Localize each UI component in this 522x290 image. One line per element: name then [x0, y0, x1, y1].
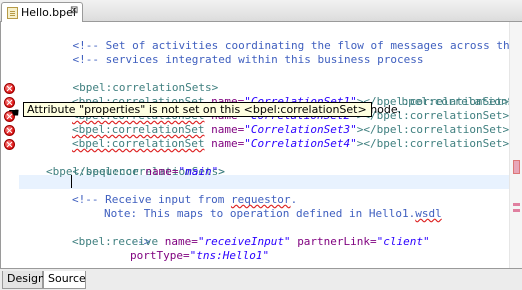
close-icon[interactable]: ⊠ — [70, 5, 78, 16]
code-line[interactable]: --> — [104, 221, 151, 248]
code-line[interactable]: <!-- services integrated within this bus… — [46, 39, 424, 66]
code-line[interactable]: <bpel:correlationSet name="CorrelationSe… — [72, 123, 509, 137]
source-editor[interactable]: <!-- Set of activities coordinating the … — [0, 22, 522, 268]
code-line[interactable]: </bpel:correlationSets> — [46, 151, 225, 178]
code-line[interactable]: <!-- Receive input from requestor. — [72, 193, 297, 207]
code-line[interactable]: portType="tns:Hello1" — [130, 249, 269, 263]
code-line[interactable]: <bpel:correlationSet name="CorrelationSe… — [72, 137, 509, 151]
code-line[interactable]: <bpel:receive name="receiveInput" partne… — [72, 235, 430, 249]
tab-design[interactable]: Design — [2, 271, 45, 289]
code-line[interactable]: <bpel:correlationSets> — [46, 67, 219, 94]
code-line[interactable]: Note: This maps to operation defined in … — [104, 207, 442, 221]
code-line[interactable]: <bpel:sequence name="main"> — [46, 165, 225, 179]
annotation-gutter — [1, 22, 19, 268]
error-tooltip: Attribute "properties" is not set on thi… — [23, 102, 401, 117]
overview-error-mark[interactable] — [513, 203, 520, 206]
editor-tab-hello-bpel[interactable]: Hello.bpel ⊠ — [1, 2, 83, 22]
editor-tab-bar: Hello.bpel ⊠ — [0, 0, 522, 22]
hand-cursor-icon: ☚ — [8, 106, 20, 121]
tab-source[interactable]: Source — [43, 271, 86, 289]
code-line[interactable]: <!-- ===================================… — [46, 53, 506, 67]
text-caret — [71, 175, 72, 188]
editor-mode-tabs: Design Source — [0, 268, 522, 290]
error-marker-icon[interactable] — [4, 125, 15, 136]
bpel-file-icon — [7, 7, 18, 19]
error-marker-icon[interactable] — [4, 139, 15, 150]
overview-error-mark[interactable] — [513, 209, 520, 212]
overview-error-mark[interactable] — [513, 160, 520, 174]
error-marker-icon[interactable] — [4, 83, 15, 94]
code-line[interactable]: bpel:correlationSet> — [375, 81, 522, 108]
code-line[interactable]: <!-- Set of activities coordinating the … — [46, 25, 517, 52]
tab-title: Hello.bpel — [21, 6, 76, 19]
overview-ruler[interactable] — [509, 22, 522, 268]
